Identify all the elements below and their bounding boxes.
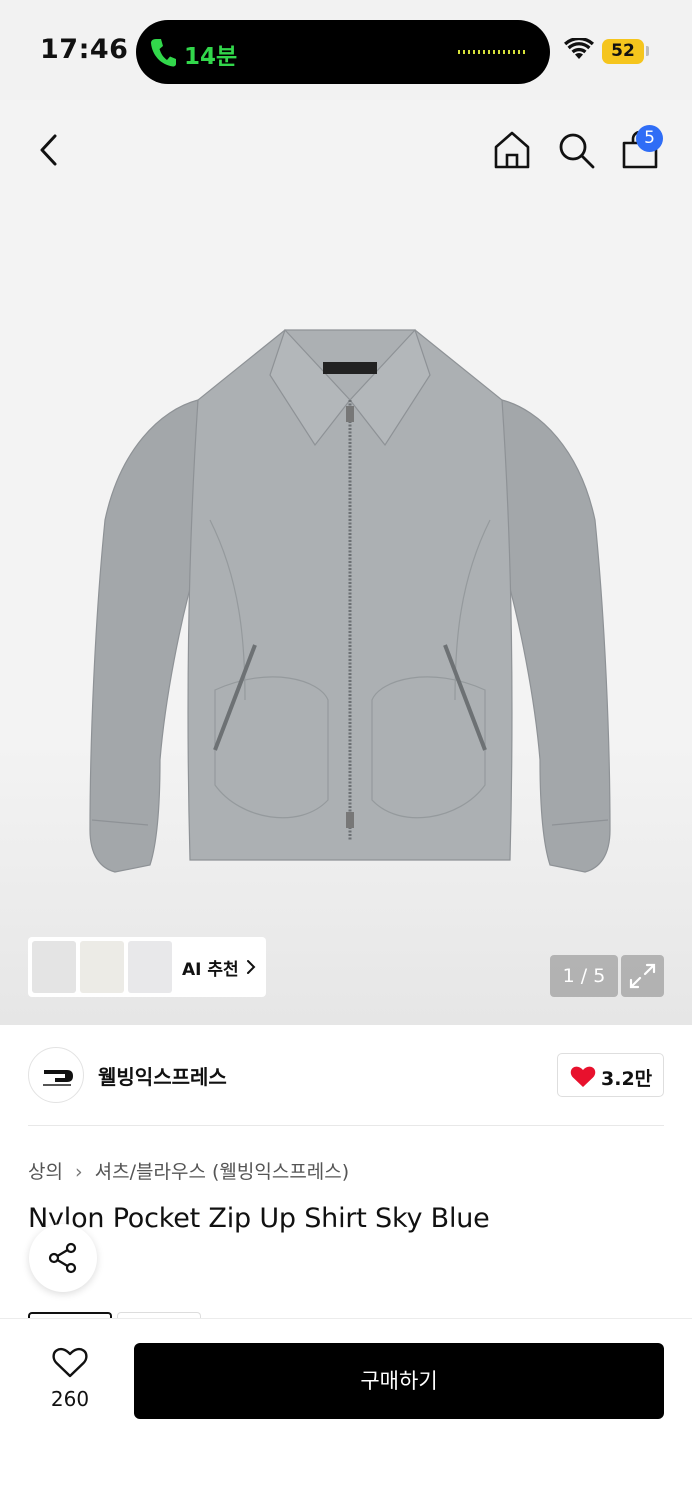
search-icon[interactable]	[554, 128, 598, 172]
breadcrumb: 상의 › 셔츠/블라우스 (웰빙익스프레스)	[28, 1157, 349, 1184]
brand-logo-icon	[43, 1070, 73, 1086]
expand-icon	[629, 963, 656, 989]
ai-recommend-label[interactable]: AI 추천	[182, 955, 239, 980]
call-duration: 14분	[184, 44, 238, 70]
recommend-thumb[interactable]	[128, 941, 172, 993]
status-bar: 17:46 14분 52	[0, 0, 692, 100]
brand-like-button[interactable]: 3.2만	[557, 1053, 664, 1097]
call-waveform	[458, 50, 528, 54]
wishlist-button[interactable]: 260	[40, 1343, 100, 1413]
recommend-thumb[interactable]	[32, 941, 76, 993]
ai-recommend-panel[interactable]: AI 추천	[28, 937, 266, 997]
brand-like-count: 3.2만	[601, 1068, 653, 1090]
share-button[interactable]	[29, 1224, 97, 1292]
expand-image-button[interactable]	[621, 955, 664, 997]
recommend-thumb[interactable]	[80, 941, 124, 993]
breadcrumb-subcategory[interactable]: 셔츠/블라우스 (웰빙익스프레스)	[95, 1157, 350, 1184]
battery-icon: 52	[602, 39, 644, 64]
back-arrow-icon[interactable]	[30, 130, 70, 170]
phone-icon	[151, 39, 176, 67]
home-icon[interactable]	[490, 128, 534, 172]
buy-button[interactable]: 구매하기	[134, 1343, 664, 1419]
brand-name[interactable]: 웰빙익스프레스	[98, 1061, 227, 1090]
dynamic-island-call[interactable]: 14분	[136, 20, 550, 84]
wishlist-count: 260	[50, 1387, 90, 1411]
wifi-icon	[564, 38, 594, 59]
heart-outline-icon	[52, 1347, 88, 1378]
chevron-right-icon: ›	[75, 1161, 83, 1183]
battery-nub	[646, 46, 649, 56]
cart-count-badge: 5	[636, 125, 663, 152]
image-page-indicator: 1 / 5	[550, 955, 618, 997]
product-image-gallery[interactable]: 5 AI 추천 1 / 5	[0, 100, 692, 1025]
product-photo[interactable]	[70, 320, 630, 900]
breadcrumb-category[interactable]: 상의	[28, 1157, 63, 1184]
status-time: 17:46	[40, 34, 129, 65]
share-icon	[48, 1242, 77, 1274]
divider	[28, 1125, 664, 1126]
brand-logo[interactable]	[28, 1047, 84, 1103]
product-title: Nylon Pocket Zip Up Shirt Sky Blue	[28, 1203, 490, 1234]
bottom-action-bar: 260 구매하기	[0, 1318, 692, 1500]
heart-filled-icon	[570, 1066, 596, 1087]
chevron-right-icon	[247, 960, 256, 974]
